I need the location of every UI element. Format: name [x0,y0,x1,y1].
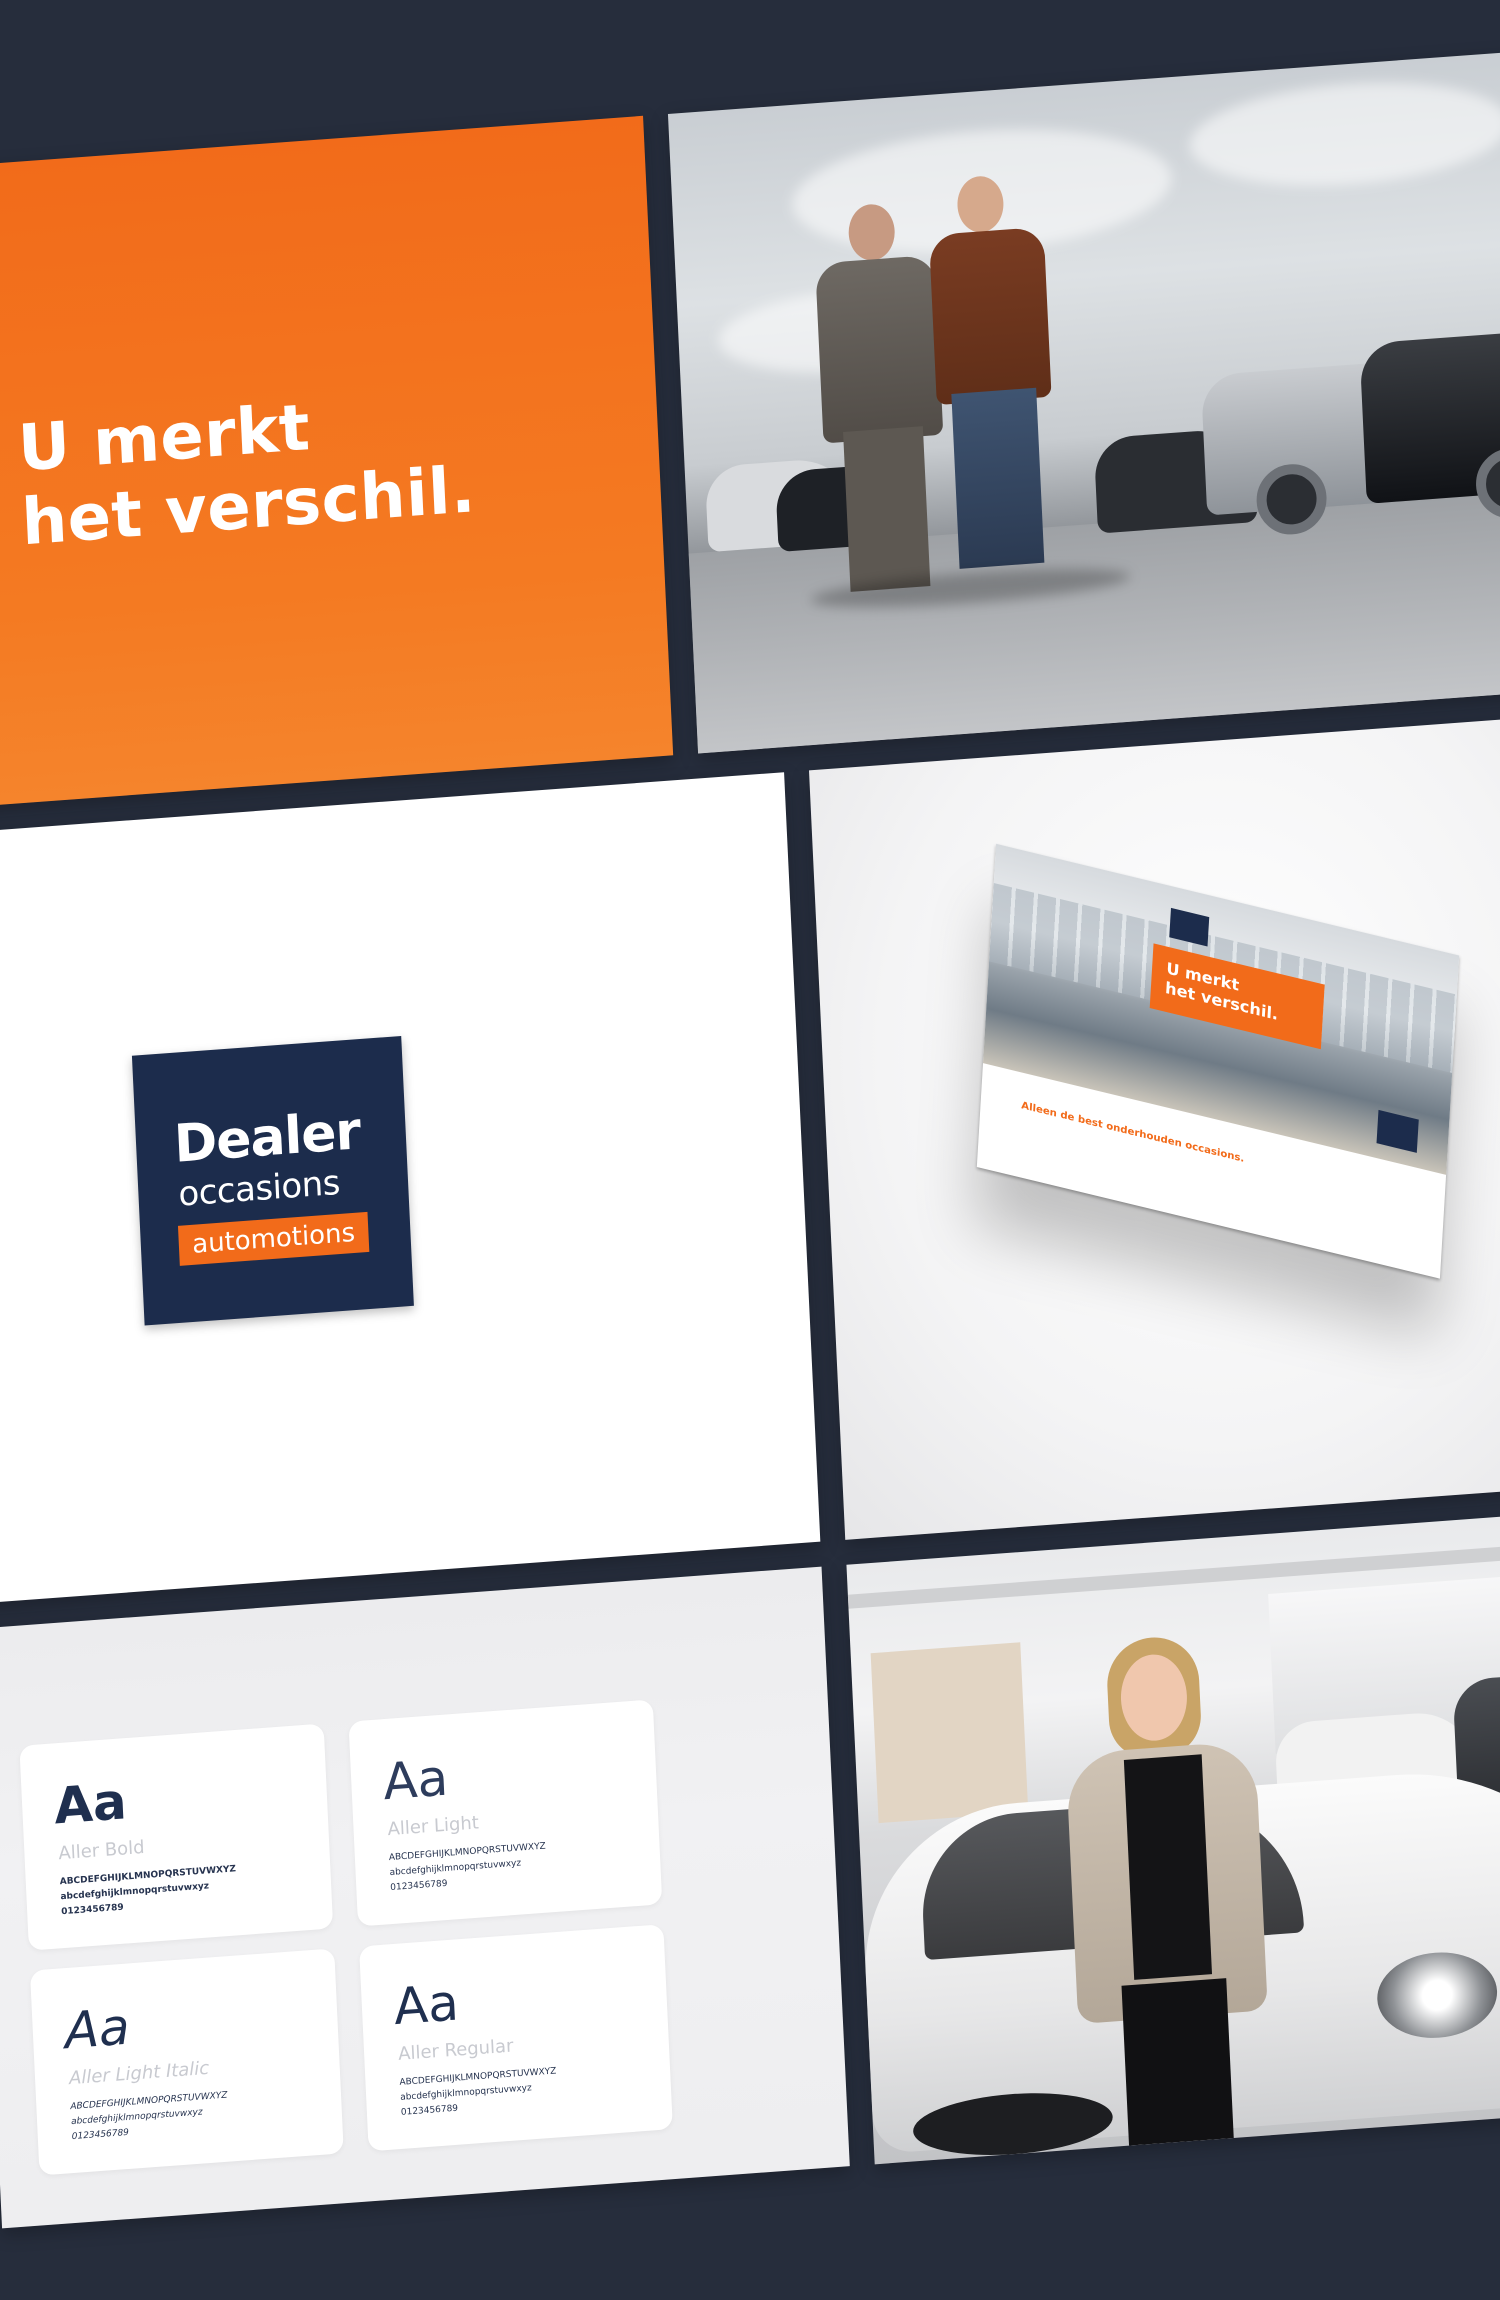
young-man-jeans [951,387,1045,569]
font-character-set: ABCDEFGHIJKLMNOPQRSTUVWXYZ abcdefghijklm… [70,2089,229,2145]
font-character-set: ABCDEFGHIJKLMNOPQRSTUVWXYZ abcdefghijklm… [389,1840,548,1896]
font-character-set: ABCDEFGHIJKLMNOPQRSTUVWXYZ abcdefghijklm… [59,1862,237,1920]
young-man-sweater [928,226,1052,406]
presentation-stage: U merkt het verschil. Dealer occasions a… [0,0,1500,2300]
man-trousers [843,426,931,592]
font-tile-aller-light-italic: Aa Aller Light Italic ABCDEFGHIJKLMNOPQR… [29,1948,344,2176]
brand-board: U merkt het verschil. Dealer occasions a… [0,44,1500,2248]
font-tile-aller-regular: Aa Aller Regular ABCDEFGHIJKLMNOPQRSTUVW… [359,1924,673,2152]
font-character-set: ABCDEFGHIJKLMNOPQRSTUVWXYZ abcdefghijklm… [399,2064,558,2120]
logo-badge-automotions: automotions [177,1211,370,1266]
woman-top [1123,1754,1213,1980]
woman-trousers [1121,1978,1234,2146]
brand-logo: Dealer occasions automotions [131,1035,414,1326]
font-name: Aller Regular [397,2035,514,2065]
photo-showroom-indoor [846,1506,1500,2165]
font-sample-aa: Aa [63,1997,131,2061]
photo-dealership-outdoor [667,48,1500,754]
font-name: Aller Light [387,1812,480,1841]
slogan-text: U merkt het verschil. [17,379,478,560]
man-suit [815,254,944,444]
font-sample-aa: Aa [381,1748,450,1812]
font-tile-aller-bold: Aa Aller Bold ABCDEFGHIJKLMNOPQRSTUVWXYZ… [19,1723,334,1951]
brochure-mockup: U merkt het verschil. Alleen de best ond… [976,843,1460,1279]
font-name: Aller Bold [57,1836,146,1865]
slogan-card: U merkt het verschil. [0,115,674,810]
office-wall [870,1642,1029,1824]
logo-card: Dealer occasions automotions [0,772,821,1604]
font-name: Aller Light Italic [68,2057,210,2090]
font-sample-aa: Aa [392,1973,460,2037]
typography-card: Aa Aller Bold ABCDEFGHIJKLMNOPQRSTUVWXYZ… [0,1566,850,2229]
font-sample-aa: Aa [52,1772,128,1836]
cloud [1187,72,1500,196]
font-tile-aller-light: Aa Aller Light ABCDEFGHIJKLMNOPQRSTUVWXY… [348,1699,663,1927]
brochure-card: U merkt het verschil. Alleen de best ond… [808,712,1500,1540]
